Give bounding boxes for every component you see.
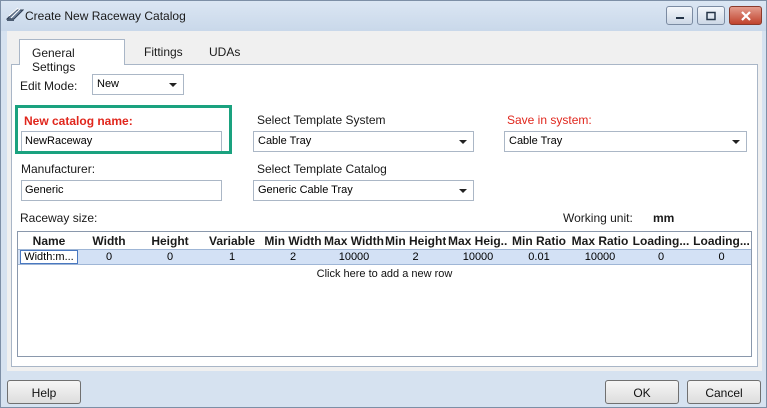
table-cell[interactable]: 10000 (448, 251, 508, 263)
column-header[interactable]: Loading... (692, 234, 751, 248)
edit-mode-label: Edit Mode: (20, 79, 78, 93)
column-header[interactable]: Min Height (385, 234, 446, 248)
table-cell[interactable]: 0 (631, 251, 691, 263)
dropdown-arrow-icon (732, 140, 740, 144)
edit-mode-dropdown[interactable]: New (92, 74, 184, 95)
column-header[interactable]: Loading... (631, 234, 691, 248)
dropdown-arrow-icon (459, 189, 467, 193)
tab-udas[interactable]: UDAs (197, 39, 252, 64)
table-cell[interactable]: 0 (80, 251, 138, 263)
save-in-system-dropdown[interactable]: Cable Tray (504, 131, 747, 152)
table-cell[interactable]: 0.01 (509, 251, 569, 263)
title-bar[interactable]: Create New Raceway Catalog (1, 1, 766, 31)
table-row[interactable]: Width:m... 0 0 1 2 10000 2 10000 0.01 10… (18, 249, 751, 265)
app-raceway-icon (5, 7, 25, 23)
table-cell[interactable]: 10000 (324, 251, 384, 263)
column-header[interactable]: Max Ratio (570, 234, 630, 248)
column-header[interactable]: Max Width (324, 234, 384, 248)
new-catalog-highlight-box (15, 105, 232, 154)
template-catalog-label: Select Template Catalog (257, 162, 387, 176)
table-cell[interactable]: Width:m... (20, 250, 78, 264)
table-cell[interactable]: 0 (692, 251, 751, 263)
edit-mode-value: New (97, 78, 120, 90)
ok-button[interactable]: OK (605, 380, 679, 404)
table-cell[interactable]: 2 (385, 251, 446, 263)
dropdown-arrow-icon (459, 140, 467, 144)
template-catalog-dropdown[interactable]: Generic Cable Tray (253, 180, 474, 201)
tab-fittings[interactable]: Fittings (132, 39, 195, 64)
column-header[interactable]: Max Heig... (448, 234, 508, 248)
column-header[interactable]: Name (20, 234, 78, 248)
template-system-label: Select Template System (257, 113, 386, 127)
add-new-row[interactable]: Click here to add a new row (18, 268, 751, 280)
dialog-window: Create New Raceway Catalog General Setti… (0, 0, 767, 408)
manufacturer-input[interactable]: Generic (21, 180, 222, 201)
column-header[interactable]: Variable (202, 234, 262, 248)
maximize-button[interactable] (697, 6, 725, 25)
template-system-value: Cable Tray (258, 135, 312, 147)
template-system-dropdown[interactable]: Cable Tray (253, 131, 474, 152)
save-in-system-label: Save in system: (507, 113, 592, 127)
column-header[interactable]: Height (140, 234, 200, 248)
table-cell[interactable]: 0 (140, 251, 200, 263)
dialog-body: General Settings Fittings UDAs Edit Mode… (7, 31, 762, 371)
working-unit-label: Working unit: (563, 211, 633, 225)
table-cell[interactable]: 1 (202, 251, 262, 263)
column-header[interactable]: Width (80, 234, 138, 248)
table-cell[interactable]: 2 (263, 251, 323, 263)
save-in-system-value: Cable Tray (509, 135, 563, 147)
close-icon (740, 10, 751, 21)
manufacturer-label: Manufacturer: (21, 162, 96, 176)
dropdown-arrow-icon (169, 83, 177, 87)
help-button[interactable]: Help (7, 380, 81, 404)
raceway-size-grid[interactable]: Name Width Height Variable Min Width Max… (17, 231, 752, 357)
minimize-button[interactable] (666, 6, 693, 25)
column-header[interactable]: Min Width (263, 234, 323, 248)
cancel-button[interactable]: Cancel (687, 380, 761, 404)
tab-general-settings[interactable]: General Settings (19, 39, 125, 74)
maximize-icon (706, 11, 716, 20)
table-cell[interactable]: 10000 (570, 251, 630, 263)
manufacturer-value: Generic (25, 184, 64, 196)
window-title: Create New Raceway Catalog (25, 9, 186, 23)
minimize-icon (675, 16, 684, 19)
column-header[interactable]: Min Ratio (509, 234, 569, 248)
close-button[interactable] (729, 6, 762, 25)
raceway-size-label: Raceway size: (20, 211, 98, 225)
grid-header: Name Width Height Variable Min Width Max… (18, 232, 751, 249)
working-unit-value: mm (653, 211, 675, 225)
template-catalog-value: Generic Cable Tray (258, 184, 353, 196)
